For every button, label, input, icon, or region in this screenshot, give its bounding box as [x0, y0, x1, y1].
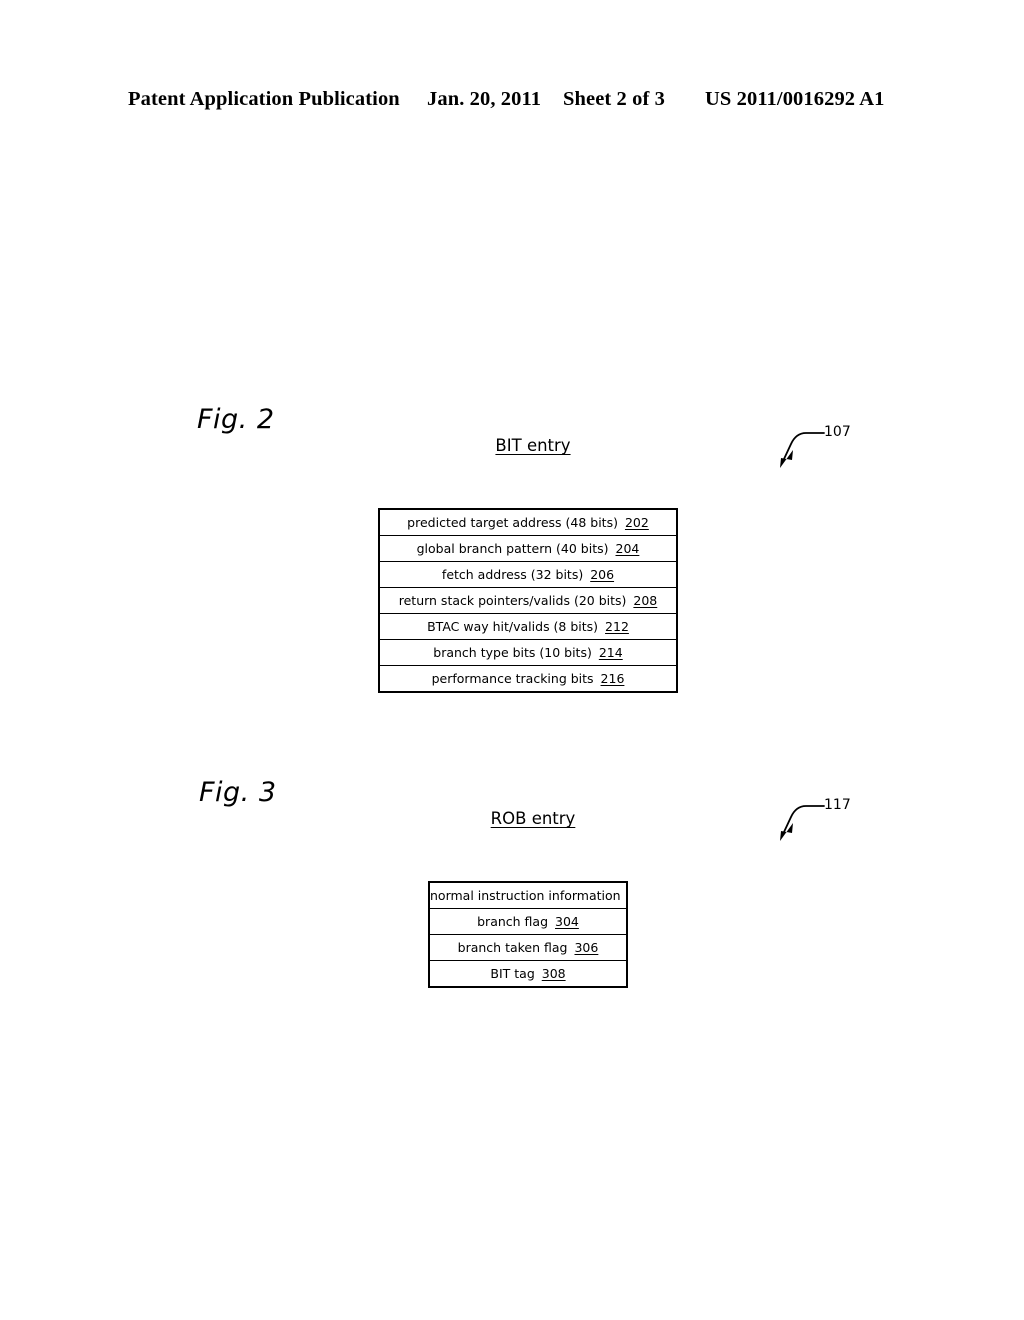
entry-field-label: predicted target address (48 bits): [407, 515, 618, 530]
bit-entry-table: predicted target address (48 bits) 202 gl…: [378, 508, 678, 693]
entry-field-label: return stack pointers/valids (20 bits): [398, 593, 627, 608]
figure-2-label: Fig. 2: [197, 404, 275, 435]
header-sheet-number: Sheet 2 of 3: [563, 88, 665, 110]
figure-3-label: Fig. 3: [199, 777, 277, 808]
entry-field-row: branch flag 304: [430, 908, 626, 934]
header-patent-number: US 2011/0016292 A1: [705, 88, 885, 110]
figure-3-reference-callout: 117: [776, 797, 852, 845]
entry-field-row: fetch address (32 bits) 206: [380, 561, 676, 587]
header-publication-date: Jan. 20, 2011: [427, 88, 542, 110]
entry-field-reference-numeral: 212: [605, 619, 629, 634]
entry-field-row: predicted target address (48 bits) 202: [380, 510, 676, 535]
figure-3-reference-numeral: 117: [824, 797, 851, 813]
entry-field-row: performance tracking bits 216: [380, 665, 676, 691]
figure-2-title: BIT entry: [495, 436, 571, 455]
figure-3-title: ROB entry: [490, 809, 576, 828]
entry-field-reference-numeral: 306: [574, 940, 599, 955]
entry-field-label: normal instruction information: [430, 888, 621, 903]
page-header: Patent Application Publication Jan. 20, …: [0, 88, 1024, 118]
entry-field-reference-numeral: 304: [555, 914, 579, 929]
entry-field-row: global branch pattern (40 bits) 204: [380, 535, 676, 561]
rob-entry-table: normal instruction information 302branch…: [428, 881, 628, 988]
entry-field-label: branch flag: [477, 914, 549, 929]
entry-field-row: branch type bits (10 bits) 214: [380, 639, 676, 665]
figure-2-reference-callout: 107: [776, 424, 852, 472]
entry-field-label: performance tracking bits: [431, 671, 594, 686]
entry-field-reference-numeral: 204: [615, 541, 640, 556]
entry-field-label: BIT tag: [490, 966, 535, 981]
entry-field-row: BTAC way hit/valids (8 bits) 212: [380, 613, 676, 639]
figure-2-reference-numeral: 107: [824, 424, 851, 440]
entry-field-label: branch type bits (10 bits): [433, 645, 592, 660]
entry-field-reference-numeral: 214: [598, 645, 623, 660]
entry-field-label: fetch address (32 bits): [441, 567, 584, 582]
entry-field-row: BIT tag 308: [430, 960, 626, 986]
entry-field-row: normal instruction information 302: [430, 883, 626, 908]
patent-drawing-page: Patent Application Publication Jan. 20, …: [0, 0, 1024, 1320]
entry-field-reference-numeral: 202: [624, 515, 649, 530]
entry-field-row: branch taken flag 306: [430, 934, 626, 960]
entry-field-reference-numeral: 206: [590, 567, 615, 582]
entry-field-label: branch taken flag: [457, 940, 568, 955]
entry-field-reference-numeral: 216: [600, 671, 625, 686]
entry-field-label: BTAC way hit/valids (8 bits): [427, 619, 599, 634]
entry-field-reference-numeral: 308: [541, 966, 566, 981]
entry-field-label: global branch pattern (40 bits): [416, 541, 609, 556]
entry-field-row: return stack pointers/valids (20 bits) 2…: [380, 587, 676, 613]
entry-field-reference-numeral: 208: [633, 593, 658, 608]
header-publication-title: Patent Application Publication: [128, 88, 400, 110]
